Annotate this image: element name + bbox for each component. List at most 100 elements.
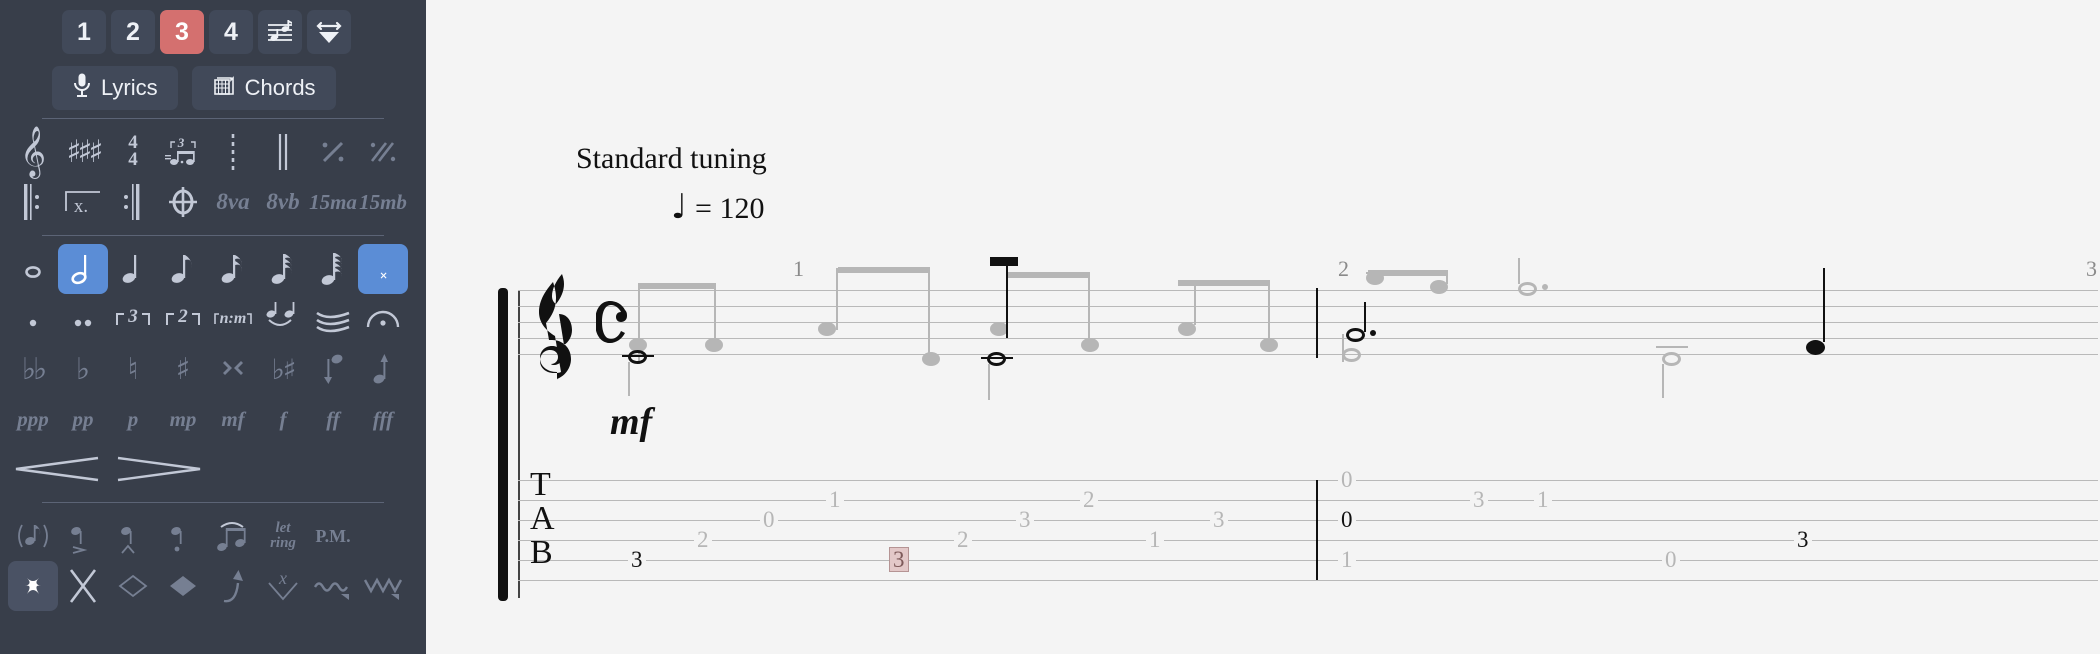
score-canvas[interactable]: Standard tuning ♩ = 120 1 2 3 mf T A B 3… (426, 0, 2100, 654)
whole-note-icon[interactable] (8, 244, 58, 294)
chords-button[interactable]: Chords (191, 66, 336, 110)
tab-fret[interactable]: 3 (1470, 488, 1488, 511)
triplet-icon[interactable]: 3 (108, 294, 158, 344)
key-signature-icon[interactable]: ♯♯♯ (58, 127, 108, 177)
double-sharp-icon[interactable] (208, 344, 258, 394)
ottava-15mb-icon[interactable]: 15mb (358, 177, 408, 227)
tab-fret[interactable]: 2 (1080, 488, 1098, 511)
sixteenth-note-icon[interactable] (208, 244, 258, 294)
diamond-notehead-icon[interactable] (108, 561, 158, 611)
duplet-icon[interactable]: 2 (158, 294, 208, 344)
vibrato-icon[interactable] (308, 561, 358, 611)
tab-fret[interactable]: 0 (1662, 548, 1680, 571)
dead-note-icon[interactable] (8, 561, 58, 611)
repeat-close-icon[interactable] (108, 177, 158, 227)
notehead[interactable] (1366, 271, 1384, 285)
accent-icon[interactable] (58, 511, 108, 561)
wide-vibrato-icon[interactable] (358, 561, 408, 611)
tab-fret[interactable]: 3 (1210, 508, 1228, 531)
diminuendo-icon[interactable] (108, 444, 208, 494)
double-flat-icon[interactable]: ♭♭ (8, 344, 58, 394)
notehead[interactable] (922, 352, 940, 366)
tie-icon[interactable] (258, 294, 308, 344)
notehead-selected[interactable] (1346, 328, 1365, 342)
voice-button-4[interactable]: 4 (209, 10, 253, 54)
lyrics-button[interactable]: Lyrics (52, 66, 178, 110)
tuplet-icon[interactable]: 3 (158, 127, 208, 177)
crescendo-icon[interactable] (8, 444, 108, 494)
tremolo-icon[interactable] (308, 294, 358, 344)
staccato-icon[interactable] (158, 511, 208, 561)
notehead-selected[interactable] (1806, 340, 1825, 355)
time-signature-icon[interactable]: 44 (108, 127, 158, 177)
voice-button-3[interactable]: 3 (160, 10, 204, 54)
x-notehead-icon[interactable] (58, 561, 108, 611)
tempo-marking[interactable]: ♩ = 120 (671, 187, 764, 227)
quarter-note-icon[interactable] (108, 244, 158, 294)
ottava-8va-icon[interactable]: 8va (208, 177, 258, 227)
stem-down-icon[interactable] (308, 344, 358, 394)
tab-fret[interactable]: 2 (694, 528, 712, 551)
notehead[interactable] (1081, 338, 1099, 352)
tab-fret[interactable]: 0 (760, 508, 778, 531)
ottava-8vb-icon[interactable]: 8vb (258, 177, 308, 227)
tab-fret[interactable]: 3 (1016, 508, 1034, 531)
notehead[interactable] (705, 338, 723, 352)
dynamic-fff-icon[interactable]: fff (358, 394, 408, 444)
dynamic-pp-icon[interactable]: pp (58, 394, 108, 444)
dynamic-mp-icon[interactable]: mp (158, 394, 208, 444)
notehead[interactable] (818, 322, 836, 336)
simple-repeat-icon[interactable] (308, 127, 358, 177)
half-note-icon[interactable] (58, 244, 108, 294)
dotted-note-icon[interactable] (8, 294, 58, 344)
dynamic-ppp-icon[interactable]: ppp (8, 394, 58, 444)
tab-fret[interactable]: 1 (1146, 528, 1164, 551)
tab-fret[interactable]: 0 (1338, 508, 1356, 531)
fermata-icon[interactable] (358, 294, 408, 344)
tab-fret[interactable]: 1 (826, 488, 844, 511)
tab-fret[interactable]: 2 (954, 528, 972, 551)
tab-fret[interactable]: 1 (1338, 548, 1356, 571)
tab-fret[interactable]: 1 (1534, 488, 1552, 511)
notehead[interactable] (1260, 338, 1278, 352)
sharp-icon[interactable]: ♯ (158, 344, 208, 394)
dashed-barline-icon[interactable] (208, 127, 258, 177)
double-dotted-note-icon[interactable] (58, 294, 108, 344)
dynamic-marking[interactable]: mf (610, 400, 652, 444)
tab-fret-selected[interactable]: 3 (889, 547, 909, 572)
custom-tuplet-icon[interactable]: n:m (208, 294, 258, 344)
notehead[interactable] (1342, 348, 1361, 362)
flat-sharp-icon[interactable]: ♭♯ (258, 344, 308, 394)
tab-fret[interactable]: 3 (1794, 528, 1812, 551)
double-repeat-icon[interactable] (358, 127, 408, 177)
palm-mute-icon[interactable]: P.M. (308, 511, 358, 561)
repeat-open-icon[interactable] (8, 177, 58, 227)
double-barline-icon[interactable] (258, 127, 308, 177)
expand-collapse-icon[interactable] (307, 10, 351, 54)
dynamic-ff-icon[interactable]: ff (308, 394, 358, 444)
let-ring-icon[interactable]: let ring (258, 511, 308, 561)
natural-icon[interactable]: ♮ (108, 344, 158, 394)
harmonic-icon[interactable]: x (258, 561, 308, 611)
sixtyfourth-note-icon[interactable] (308, 244, 358, 294)
flat-icon[interactable]: ♭ (58, 344, 108, 394)
coda-icon[interactable] (158, 177, 208, 227)
ottava-15ma-icon[interactable]: 15ma (308, 177, 358, 227)
notehead-selected[interactable] (628, 350, 647, 364)
volta-bracket-icon[interactable]: x. (58, 177, 108, 227)
tab-fret[interactable]: 0 (1338, 468, 1356, 491)
notehead[interactable] (1662, 352, 1681, 366)
legato-slur-icon[interactable] (208, 511, 258, 561)
ghost-note-icon[interactable] (8, 511, 58, 561)
treble-clef-icon[interactable]: 𝄞 (8, 127, 58, 177)
voice-button-1[interactable]: 1 (62, 10, 106, 54)
notation-staff[interactable]: 1 2 3 (518, 256, 2098, 400)
eighth-note-icon[interactable] (158, 244, 208, 294)
notehead[interactable] (1518, 282, 1537, 296)
staff-notes-icon[interactable] (258, 10, 302, 54)
voice-button-2[interactable]: 2 (111, 10, 155, 54)
tab-staff[interactable]: T A B 3 2 0 1 3 2 3 2 1 3 0 0 1 3 1 0 3 (518, 468, 2098, 581)
filled-diamond-icon[interactable] (158, 561, 208, 611)
dynamic-f-icon[interactable]: f (258, 394, 308, 444)
thirtysecond-note-icon[interactable] (258, 244, 308, 294)
